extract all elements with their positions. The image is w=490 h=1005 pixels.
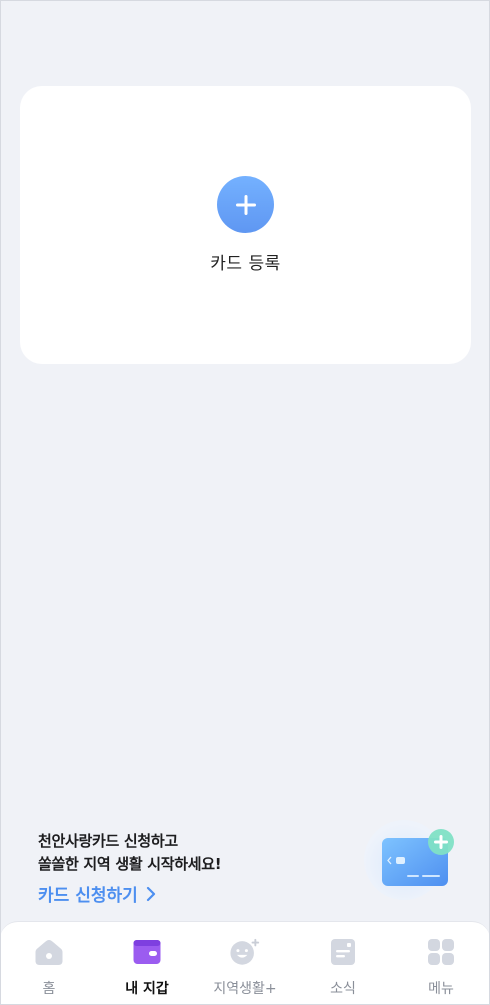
nav-item-menu[interactable]: 메뉴	[392, 922, 490, 1005]
home-icon	[33, 936, 65, 968]
wallet-icon	[131, 936, 163, 968]
nav-item-local-life[interactable]: 지역생활+	[196, 922, 294, 1005]
promo-line-1: 천안사랑카드 신청하고	[38, 832, 178, 850]
add-card-label: 카드 등록	[210, 254, 281, 274]
nav-item-home[interactable]: 홈	[0, 922, 98, 1005]
nav-item-wallet[interactable]: 내 지갑	[98, 922, 196, 1005]
news-icon	[327, 936, 359, 968]
bottom-navigation: 홈 내 지갑 지역생활+ 소식 메뉴	[0, 921, 490, 1005]
chevron-right-icon	[146, 886, 155, 901]
promo-line-2: 쏠쏠한 지역 생활 시작하세요!	[38, 855, 222, 873]
nav-label-news: 소식	[330, 981, 356, 997]
nav-item-news[interactable]: 소식	[294, 922, 392, 1005]
menu-grid-icon	[425, 936, 457, 968]
card-register-panel: 카드 등록	[20, 86, 471, 364]
nav-label-local-life: 지역생활+	[213, 981, 277, 997]
nav-label-wallet: 내 지갑	[125, 981, 169, 997]
nav-label-menu: 메뉴	[428, 981, 454, 997]
card-apply-link[interactable]: 카드 신청하기	[38, 881, 338, 906]
add-card-button[interactable]	[217, 176, 274, 233]
plus-icon	[235, 194, 256, 215]
promo-banner: 천안사랑카드 신청하고 쏠쏠한 지역 생활 시작하세요! 카드 신청하기	[38, 830, 338, 906]
smile-plus-icon	[229, 936, 261, 968]
nav-label-home: 홈	[42, 981, 56, 997]
card-apply-label: 카드 신청하기	[38, 886, 138, 906]
card-illustration	[360, 818, 454, 902]
